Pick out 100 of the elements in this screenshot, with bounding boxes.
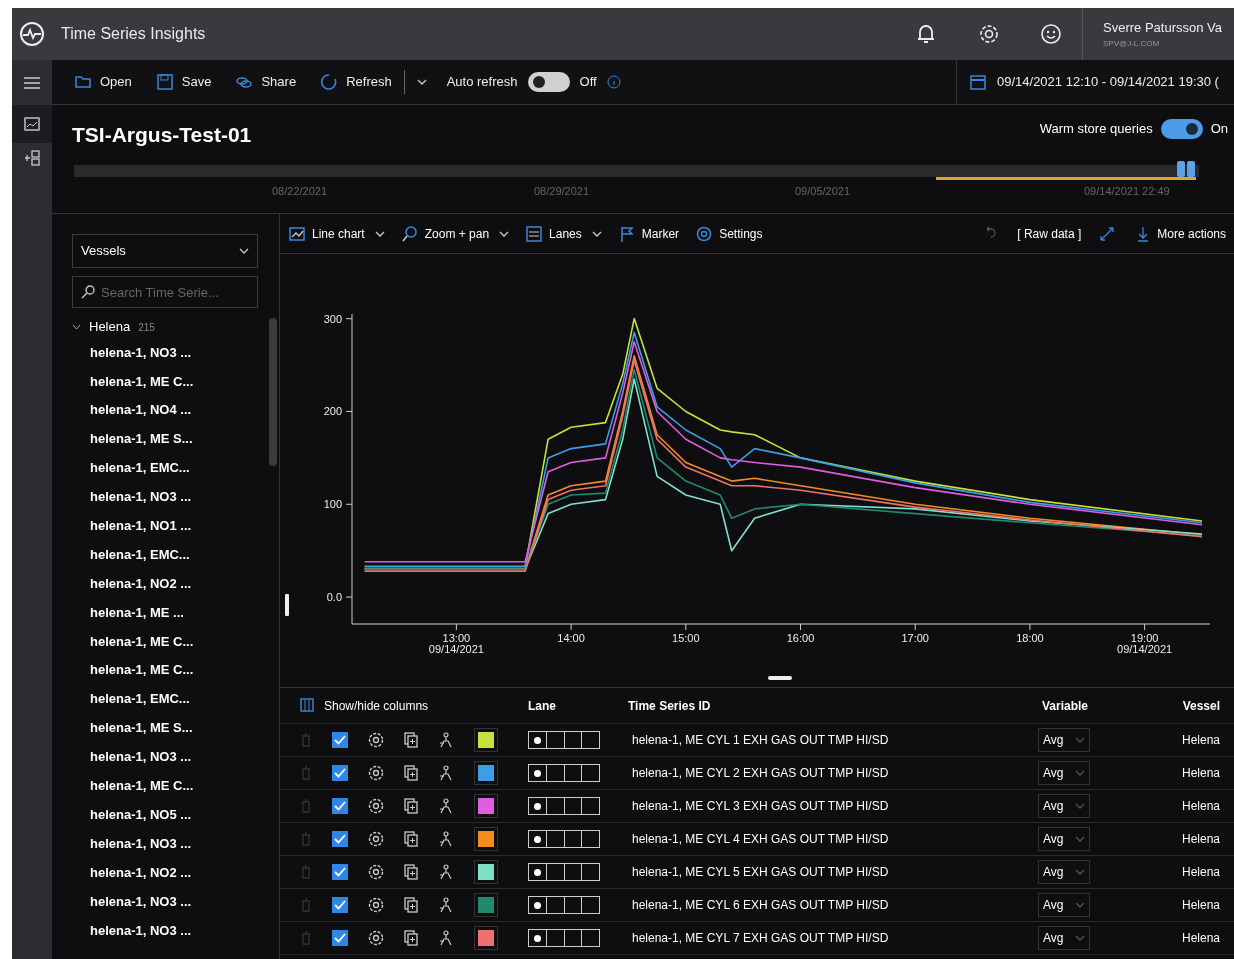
tree-item[interactable]: helena-1, NO3 ... bbox=[90, 342, 192, 363]
refresh-button[interactable]: Refresh bbox=[320, 72, 392, 92]
hierarchy-dropdown[interactable]: Vessels bbox=[72, 234, 258, 268]
tree-item[interactable]: helena-1, NO3 ... bbox=[90, 920, 192, 940]
raw-data-button[interactable]: [ Raw data ] bbox=[1017, 224, 1082, 243]
hierarchy-icon[interactable] bbox=[438, 930, 454, 946]
color-swatch[interactable] bbox=[478, 864, 494, 880]
duplicate-icon[interactable] bbox=[404, 864, 418, 880]
chart-button[interactable]: Line chart bbox=[288, 224, 385, 243]
checkbox[interactable] bbox=[332, 831, 348, 847]
tree-item[interactable]: helena-1, NO2 ... bbox=[90, 573, 192, 594]
hierarchy-icon[interactable] bbox=[438, 765, 454, 781]
variable-dropdown[interactable]: Avg bbox=[1038, 794, 1090, 818]
date-range-picker[interactable]: 09/14/2021 12:10 - 09/14/2021 19:30 ( bbox=[956, 60, 1234, 104]
show-hide-columns-button[interactable]: Show/hide columns bbox=[280, 696, 429, 715]
open-button[interactable]: Open bbox=[74, 72, 132, 92]
tree-item[interactable]: helena-1, EMC... bbox=[90, 544, 190, 565]
resize-handle[interactable] bbox=[768, 676, 792, 680]
smiley-feedback-icon[interactable] bbox=[1040, 23, 1062, 45]
settings-icon[interactable] bbox=[368, 897, 384, 913]
duplicate-icon[interactable] bbox=[404, 897, 418, 913]
lane-selector[interactable] bbox=[528, 797, 600, 815]
color-swatch[interactable] bbox=[478, 765, 494, 781]
hierarchy-icon[interactable] bbox=[438, 798, 454, 814]
variable-dropdown[interactable]: Avg bbox=[1038, 761, 1090, 785]
tree-item[interactable]: helena-1, NO3 ... bbox=[90, 891, 192, 912]
model-icon[interactable] bbox=[23, 150, 41, 166]
duplicate-icon[interactable] bbox=[404, 732, 418, 748]
tree-item[interactable]: helena-1, EMC... bbox=[90, 458, 190, 478]
range-handle-icon[interactable] bbox=[1177, 161, 1195, 177]
duplicate-icon[interactable] bbox=[404, 930, 418, 946]
menu-icon[interactable] bbox=[23, 75, 41, 90]
expand-icon[interactable] bbox=[1099, 225, 1116, 242]
variable-dropdown[interactable]: Avg bbox=[1038, 926, 1090, 950]
settings-button[interactable]: Settings bbox=[695, 224, 763, 243]
info-icon[interactable] bbox=[606, 75, 621, 89]
tree-item[interactable]: helena-1, ME C... bbox=[90, 631, 194, 652]
share-button[interactable]: Share bbox=[235, 72, 297, 92]
hierarchy-icon[interactable] bbox=[438, 732, 454, 748]
settings-icon[interactable] bbox=[368, 798, 384, 814]
settings-icon[interactable] bbox=[368, 864, 384, 880]
lane-selector[interactable] bbox=[528, 896, 600, 914]
tree-item[interactable]: helena-1, ME S... bbox=[90, 718, 193, 738]
tree-item[interactable]: helena-1, NO1 ... bbox=[90, 516, 192, 536]
variable-dropdown[interactable]: Avg bbox=[1038, 827, 1090, 851]
duplicate-icon[interactable] bbox=[404, 798, 418, 814]
tree-item[interactable]: helena-1, EMC... bbox=[90, 689, 190, 709]
toggle-switch[interactable] bbox=[527, 72, 570, 92]
lane-selector[interactable] bbox=[528, 731, 600, 749]
lane-handle[interactable] bbox=[285, 594, 289, 616]
tree-item[interactable]: helena-1, NO3 ... bbox=[90, 747, 192, 767]
tree-item[interactable]: helena-1, NO3 ... bbox=[90, 487, 192, 507]
settings-icon[interactable] bbox=[368, 765, 384, 781]
tree-item[interactable]: helena-1, NO4 ... bbox=[90, 400, 192, 420]
tree-item[interactable]: helena-1, NO2 ... bbox=[90, 862, 192, 883]
tree-item[interactable]: helena-1, ME S... bbox=[90, 429, 193, 449]
hierarchy-icon[interactable] bbox=[438, 897, 454, 913]
lane-selector[interactable] bbox=[528, 764, 600, 782]
lanes-button[interactable]: Lanes bbox=[525, 224, 602, 243]
variable-dropdown[interactable]: Avg bbox=[1038, 893, 1090, 917]
checkbox[interactable] bbox=[332, 864, 348, 880]
checkbox[interactable] bbox=[332, 798, 348, 814]
tree-item[interactable]: helena-1, ME C... bbox=[90, 776, 194, 796]
lane-selector[interactable] bbox=[528, 929, 600, 947]
lane-selector[interactable] bbox=[528, 863, 600, 881]
color-swatch[interactable] bbox=[478, 732, 494, 748]
settings-icon[interactable] bbox=[368, 831, 384, 847]
settings-icon[interactable] bbox=[978, 23, 1000, 45]
notification-bell-icon[interactable] bbox=[916, 23, 936, 45]
toggle-switch[interactable] bbox=[1160, 119, 1203, 139]
search-field[interactable]: Search Time Serie... bbox=[72, 276, 258, 308]
tree-item[interactable]: helena-1, NO5 ... bbox=[90, 804, 192, 825]
save-button[interactable]: Save bbox=[155, 72, 212, 92]
hierarchy-icon[interactable] bbox=[438, 864, 454, 880]
color-swatch[interactable] bbox=[478, 831, 494, 847]
settings-icon[interactable] bbox=[368, 732, 384, 748]
duplicate-icon[interactable] bbox=[404, 831, 418, 847]
tree-item[interactable]: helena-1, ME C... bbox=[90, 371, 194, 392]
chart-view-icon[interactable] bbox=[24, 117, 40, 131]
color-swatch[interactable] bbox=[478, 930, 494, 946]
hierarchy-icon[interactable] bbox=[438, 831, 454, 847]
expand-toggle[interactable] bbox=[72, 323, 81, 331]
checkbox[interactable] bbox=[332, 897, 348, 913]
zoom-button[interactable]: Zoom + pan bbox=[400, 224, 510, 243]
tree-item[interactable]: helena-1, NO3 ... bbox=[90, 833, 192, 854]
checkbox[interactable] bbox=[332, 732, 348, 748]
checkbox[interactable] bbox=[332, 765, 348, 781]
lane-selector[interactable] bbox=[528, 830, 600, 848]
checkbox[interactable] bbox=[332, 930, 348, 946]
variable-dropdown[interactable]: Avg bbox=[1038, 860, 1090, 884]
settings-icon[interactable] bbox=[368, 930, 384, 946]
color-swatch[interactable] bbox=[478, 897, 494, 913]
variable-dropdown[interactable]: Avg bbox=[1038, 728, 1090, 752]
color-swatch[interactable] bbox=[478, 798, 494, 814]
scrollbar-thumb[interactable] bbox=[269, 318, 277, 466]
more-actions-button[interactable]: More actions bbox=[1137, 224, 1226, 243]
marker-button[interactable]: Marker bbox=[617, 224, 680, 243]
tree-item[interactable]: helena-1, ME C... bbox=[90, 660, 194, 680]
duplicate-icon[interactable] bbox=[404, 765, 418, 781]
tree-item[interactable]: helena-1, ME ... bbox=[90, 602, 184, 623]
